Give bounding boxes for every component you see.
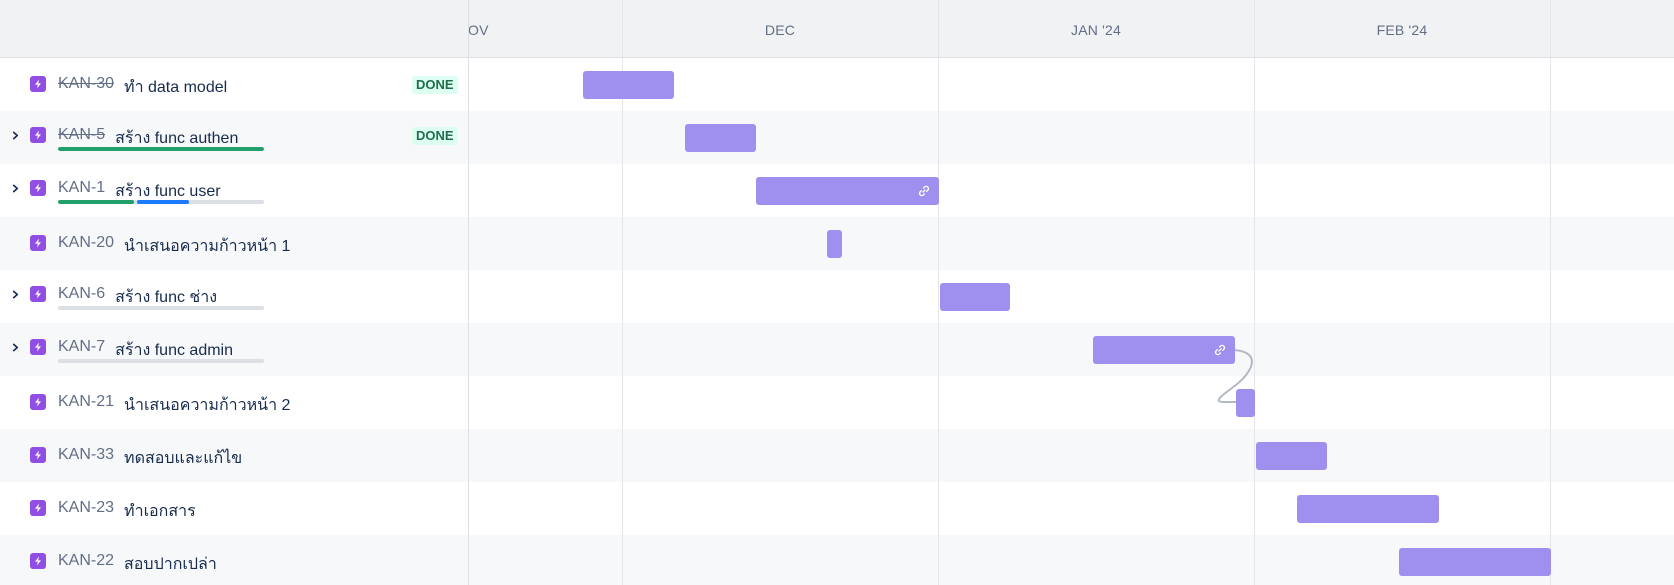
timeline-bar[interactable] (1256, 442, 1327, 470)
epic-lightning-icon (30, 127, 46, 143)
epic-lightning-icon (30, 500, 46, 516)
expand-chevron-icon[interactable] (9, 181, 21, 195)
issue-key[interactable]: KAN-1 (58, 179, 105, 197)
timeline-header: OV DEC JAN '24 FEB '24 (0, 0, 1674, 58)
expand-chevron-icon[interactable] (9, 340, 21, 354)
issue-key[interactable]: KAN-22 (58, 552, 114, 570)
issue-row[interactable]: KAN-1 สร้าง func user (0, 164, 1674, 217)
month-divider (1550, 0, 1551, 585)
issue-key[interactable]: KAN-5 (58, 126, 105, 144)
progress-bar (58, 306, 264, 310)
issue-key[interactable]: KAN-23 (58, 499, 114, 517)
timeline-bar[interactable] (1297, 495, 1439, 523)
month-divider (1254, 0, 1255, 585)
timeline-bar[interactable] (1236, 389, 1255, 417)
epic-lightning-icon (30, 180, 46, 196)
issue-row[interactable]: KAN-7 สร้าง func admin (0, 323, 1674, 376)
issue-row[interactable]: KAN-22 สอบปากเปล่า (0, 535, 1674, 585)
issue-list-header (0, 0, 469, 58)
issue-key[interactable]: KAN-30 (58, 75, 114, 93)
timeline-bar[interactable] (827, 230, 842, 258)
progress-bar (58, 359, 264, 363)
epic-lightning-icon (30, 447, 46, 463)
epic-lightning-icon (30, 339, 46, 355)
issue-key[interactable]: KAN-33 (58, 446, 114, 464)
expand-chevron-icon[interactable] (9, 128, 21, 142)
issue-key[interactable]: KAN-7 (58, 338, 105, 356)
progress-done-segment (58, 200, 135, 204)
link-icon[interactable] (917, 184, 931, 198)
epic-lightning-icon (30, 553, 46, 569)
progress-done-segment (58, 147, 264, 151)
issue-row[interactable]: KAN-23 ทำเอกสาร (0, 482, 1674, 535)
epic-lightning-icon (30, 235, 46, 251)
issue-summary[interactable]: นำเสนอความก้าวหน้า 2 (124, 393, 290, 418)
month-nov: OV (468, 22, 489, 38)
issue-summary[interactable]: สอบปากเปล่า (124, 552, 217, 577)
status-lozenge-done: DONE (412, 76, 458, 94)
expand-chevron-icon[interactable] (9, 287, 21, 301)
issue-row[interactable]: KAN-6 สร้าง func ช่าง (0, 270, 1674, 323)
progress-bar (58, 200, 264, 204)
timeline-bar[interactable] (583, 71, 674, 99)
month-dec: DEC (764, 22, 796, 38)
issue-row[interactable]: KAN-33 ทดสอบและแก้ไข (0, 429, 1674, 482)
progress-in-progress-segment (137, 200, 189, 204)
timeline-bar[interactable] (685, 124, 756, 152)
month-divider (938, 0, 939, 585)
month-feb: FEB '24 (1376, 22, 1428, 38)
issue-summary[interactable]: ทดสอบและแก้ไข (124, 446, 242, 471)
issue-summary[interactable]: ทำเอกสาร (124, 499, 196, 524)
issue-key[interactable]: KAN-20 (58, 234, 114, 252)
link-icon[interactable] (1213, 343, 1227, 357)
issue-row[interactable]: KAN-5 สร้าง func authen DONE (0, 111, 1674, 164)
issue-row[interactable]: KAN-21 นำเสนอความก้าวหน้า 2 (0, 376, 1674, 429)
issue-summary[interactable]: ทำ data model (124, 75, 227, 100)
issue-row[interactable]: KAN-20 นำเสนอความก้าวหน้า 1 (0, 217, 1674, 270)
epic-lightning-icon (30, 76, 46, 92)
month-jan: JAN '24 (1071, 22, 1121, 38)
timeline-bar[interactable] (1399, 548, 1551, 576)
list-timeline-divider[interactable] (468, 0, 469, 585)
epic-lightning-icon (30, 286, 46, 302)
timeline-bar[interactable] (1093, 336, 1235, 364)
timeline-bar[interactable] (756, 177, 939, 205)
issue-key[interactable]: KAN-21 (58, 393, 114, 411)
issue-key[interactable]: KAN-6 (58, 285, 105, 303)
epic-lightning-icon (30, 394, 46, 410)
progress-bar (58, 147, 264, 151)
status-lozenge-done: DONE (412, 127, 458, 145)
issue-row[interactable]: KAN-30 ทำ data model DONE (0, 58, 1674, 111)
timeline-bar[interactable] (940, 283, 1010, 311)
issue-summary[interactable]: นำเสนอความก้าวหน้า 1 (124, 234, 290, 259)
